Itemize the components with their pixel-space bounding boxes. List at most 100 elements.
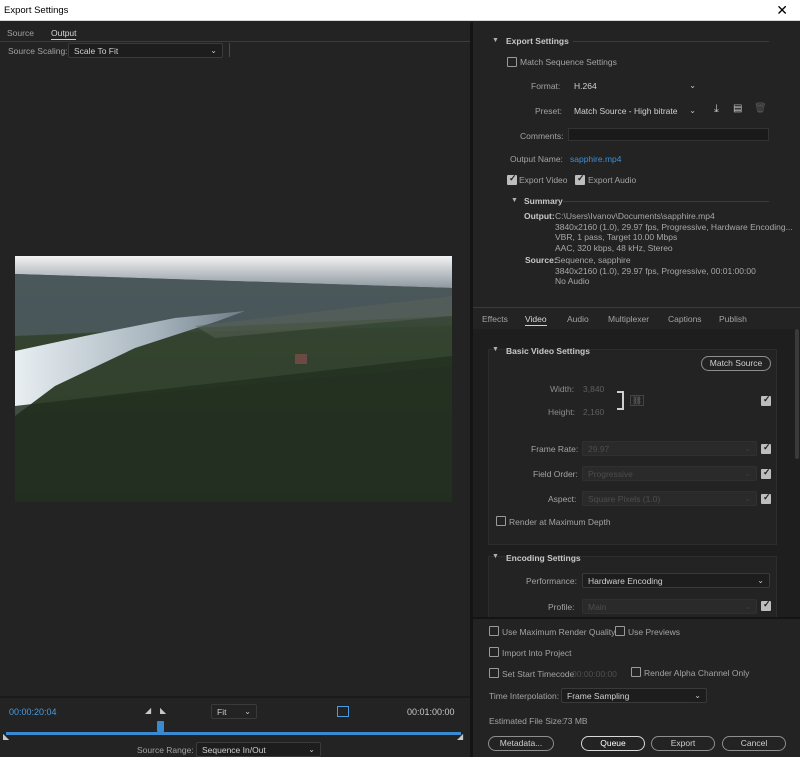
format-dropdown[interactable]: H.264 ⌄ [568,78,702,93]
frame-rate-value: 29.97 [588,444,610,454]
toolbar-separator [229,43,230,57]
max-render-quality-checkbox[interactable] [489,626,499,636]
set-start-timecode-checkbox[interactable] [489,668,499,678]
profile-label: Profile: [548,602,575,612]
tab-effects[interactable]: Effects [482,314,508,324]
width-label: Width: [550,384,575,394]
aspect-label: Aspect: [548,494,577,504]
playhead-handle[interactable] [157,721,165,732]
close-icon[interactable]: ✕ [776,2,788,19]
render-alpha-checkbox[interactable] [631,667,641,677]
performance-value: Hardware Encoding [588,576,663,586]
queue-button[interactable]: Queue [581,736,645,751]
chevron-down-icon: ⌄ [757,576,764,585]
current-timecode[interactable]: 00:00:20:04 [9,707,57,717]
profile-dropdown[interactable]: Main ⌄ [582,599,757,614]
timeline-track[interactable] [6,732,461,735]
window-titlebar: Export Settings ✕ [0,0,800,21]
source-scaling-label: Source Scaling: [8,46,68,56]
profile-checkbox[interactable] [761,599,771,611]
preset-dropdown[interactable]: Match Source - High bitrate ⌄ [568,103,702,118]
preview-frame-image [15,256,452,502]
import-preset-icon[interactable]: ▤ [733,103,742,114]
zoom-dropdown[interactable]: Fit ⌄ [211,704,257,719]
chevron-down-icon: ⌄ [744,469,751,478]
tabs-divider [0,41,470,42]
preset-label: Preset: [535,106,562,116]
tab-audio[interactable]: Audio [567,314,589,324]
comments-input[interactable] [568,128,769,141]
summary-title: Summary [524,196,563,206]
source-range-dropdown[interactable]: Sequence In/Out ⌄ [196,742,321,757]
resolution-override-checkbox[interactable] [761,394,771,406]
summary-source-line: 3840x2160 (1.0), 29.97 fps, Progressive,… [555,265,756,276]
field-order-checkbox[interactable] [761,467,771,479]
cancel-button[interactable]: Cancel [722,736,786,751]
metadata-button[interactable]: Metadata... [488,736,554,751]
tab-video-underline [525,325,547,326]
source-scaling-dropdown[interactable]: Scale To Fit ⌄ [68,43,223,58]
render-max-depth-checkbox[interactable] [496,516,506,526]
tab-source[interactable]: Source [7,28,34,38]
width-value[interactable]: 3,840 [583,384,604,394]
use-previews-label: Use Previews [628,627,680,637]
aspect-correction-icon[interactable] [337,706,349,717]
export-video-checkbox[interactable] [507,173,517,185]
collapse-arrow-icon[interactable]: ▼ [492,553,499,560]
mark-in-icon[interactable]: ◢ [145,706,151,715]
tab-captions[interactable]: Captions [668,314,702,324]
match-source-button[interactable]: Match Source [701,356,771,371]
import-into-project-checkbox[interactable] [489,647,499,657]
section-rule [563,201,769,202]
start-timecode-value[interactable]: 00:00:00:00 [572,669,617,679]
summary-output-details: C:\Users\Ivanov\Documents\sapphire.mp4 3… [555,211,793,253]
frame-rate-checkbox[interactable] [761,442,771,454]
match-sequence-label: Match Sequence Settings [520,57,617,67]
use-previews-checkbox[interactable] [615,626,625,636]
mark-out-icon[interactable]: ◣ [160,706,166,715]
tab-publish[interactable]: Publish [719,314,747,324]
chevron-down-icon: ⌄ [689,81,696,90]
format-label: Format: [531,81,561,91]
tab-video[interactable]: Video [525,314,547,324]
collapse-arrow-icon[interactable]: ▼ [511,197,518,204]
collapse-arrow-icon[interactable]: ▼ [492,346,499,353]
summary-source-line: No Audio [555,276,590,286]
basic-video-title: Basic Video Settings [506,346,590,356]
encoding-title: Encoding Settings [506,553,581,563]
link-icon[interactable]: ⛓ [630,395,644,406]
match-sequence-checkbox[interactable] [507,57,517,67]
scrollbar-thumb[interactable] [795,329,799,459]
window-title: Export Settings [4,5,69,16]
preset-value: Match Source - High bitrate [574,106,678,116]
height-label: Height: [548,407,575,417]
export-audio-checkbox[interactable] [575,173,585,185]
file-size-value: 73 MB [563,716,588,726]
aspect-dropdown[interactable]: Square Pixels (1.0) ⌄ [582,491,757,506]
frame-rate-dropdown[interactable]: 29.97 ⌄ [582,441,757,456]
chevron-down-icon: ⌄ [744,494,751,503]
field-order-dropdown[interactable]: Progressive ⌄ [582,466,757,481]
performance-dropdown[interactable]: Hardware Encoding ⌄ [582,573,770,588]
tab-multiplexer[interactable]: Multiplexer [608,314,649,324]
field-order-value: Progressive [588,469,633,479]
export-settings-panel: ▼ Export Settings Match Sequence Setting… [473,22,800,307]
source-range-label: Source Range: [137,745,194,755]
export-button[interactable]: Export [651,736,715,751]
aspect-checkbox[interactable] [761,492,771,504]
end-timecode: 00:01:00:00 [407,707,455,717]
output-name-label: Output Name: [510,154,563,164]
video-preview [15,256,452,502]
tab-output[interactable]: Output [51,28,77,38]
delete-preset-icon[interactable]: 🗑 [754,103,767,114]
render-max-depth-label: Render at Maximum Depth [509,517,611,527]
output-name-link[interactable]: sapphire.mp4 [570,154,622,164]
chevron-down-icon: ⌄ [744,602,751,611]
field-order-label: Field Order: [533,469,578,479]
chevron-down-icon: ⌄ [244,707,251,716]
save-preset-icon[interactable]: ⤓ [714,103,719,116]
height-value[interactable]: 2,160 [583,407,604,417]
collapse-arrow-icon[interactable]: ▼ [492,37,499,44]
time-interp-dropdown[interactable]: Frame Sampling ⌄ [561,688,707,703]
summary-output-line: C:\Users\Ivanov\Documents\sapphire.mp4 [555,211,715,221]
